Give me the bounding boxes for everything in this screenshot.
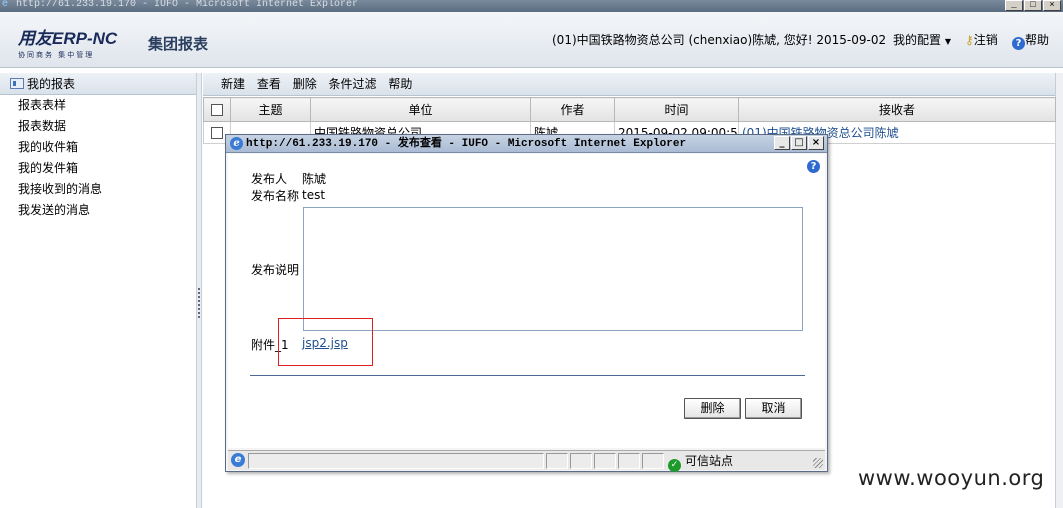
- my-config-menu[interactable]: 我的配置 ▼: [893, 31, 951, 48]
- dialog-close-button[interactable]: ×: [808, 136, 824, 150]
- maximize-button[interactable]: □: [1024, 0, 1042, 11]
- help-link[interactable]: ? 帮助: [1012, 31, 1049, 50]
- publish-desc-textarea[interactable]: [303, 207, 803, 331]
- check-icon: ✓: [668, 459, 681, 472]
- publish-name-label: 发布名称: [251, 189, 300, 203]
- highlight-box: [278, 318, 373, 366]
- column-header[interactable]: 单位: [310, 97, 531, 122]
- pane-splitter[interactable]: [197, 73, 202, 508]
- column-header[interactable]: 作者: [530, 97, 615, 122]
- status-segment: [546, 453, 568, 469]
- browser-title: http://61.233.19.170 - IUFO - Microsoft …: [16, 0, 359, 10]
- sidebar: 我的报表 报表表样 报表数据 我的收件箱 我的发件箱 我接收到的消息 我发送的消…: [0, 73, 197, 508]
- sidebar-title: 我的报表: [27, 77, 76, 91]
- trusted-zone-label: 可信站点: [685, 454, 734, 468]
- trusted-zone: ✓ 可信站点: [668, 453, 733, 472]
- row-checkbox[interactable]: [211, 127, 223, 139]
- toolbar: 新建 查看 删除 条件过滤 帮助: [203, 73, 1055, 96]
- dialog-window-controls: _ □ ×: [774, 136, 824, 150]
- dialog-minimize-button[interactable]: _: [774, 136, 790, 150]
- dialog-delete-button[interactable]: 删除: [684, 398, 741, 419]
- dialog-body: ? 发布人 陈虓 发布名称 test 发布说明 附件_1 jsp2.jsp 删除…: [228, 154, 825, 448]
- dialog-maximize-button[interactable]: □: [791, 136, 807, 150]
- help-label: 帮助: [1025, 33, 1050, 47]
- minimize-button[interactable]: _: [1005, 0, 1023, 11]
- publisher-value: 陈虓: [302, 172, 327, 186]
- status-segment: [570, 453, 592, 469]
- window-controls: _ □ ×: [1005, 0, 1061, 11]
- status-segment: [642, 453, 664, 469]
- sidebar-item-report-data[interactable]: 报表数据: [0, 116, 196, 137]
- logo: 用友ERP-NC 协同商务 集中管理: [18, 24, 138, 59]
- status-segment: [594, 453, 616, 469]
- dialog-help-icon[interactable]: ?: [807, 160, 820, 173]
- select-all-checkbox[interactable]: [211, 104, 223, 116]
- publish-name-value: test: [302, 188, 326, 202]
- key-icon: ⚷: [965, 33, 974, 47]
- logout-label: 注销: [973, 33, 998, 47]
- logo-sub: 协同商务 集中管理: [18, 51, 95, 59]
- publish-desc-label: 发布说明: [251, 263, 300, 277]
- my-config-label: 我的配置: [893, 33, 942, 47]
- logout-link[interactable]: ⚷注销: [965, 31, 998, 48]
- browser-title-bar: e http://61.233.19.170 - IUFO - Microsof…: [0, 0, 1063, 12]
- select-all-cell: [203, 97, 231, 122]
- status-segment: [618, 453, 640, 469]
- vertical-scrollbar[interactable]: [1055, 73, 1063, 508]
- report-book-icon: [10, 78, 24, 89]
- user-info: (01)中国铁路物资总公司 (chenxiao)陈虓, 您好! 2015-09-…: [552, 33, 887, 47]
- sidebar-item-sent-messages[interactable]: 我发送的消息: [0, 200, 196, 221]
- caret-down-icon: ▼: [944, 37, 951, 46]
- column-header[interactable]: 主题: [230, 97, 311, 122]
- ie-icon: e: [2, 0, 9, 10]
- sidebar-header[interactable]: 我的报表: [0, 73, 196, 95]
- filter-button[interactable]: 条件过滤: [329, 77, 377, 91]
- logo-main: 用友ERP-NC: [18, 29, 118, 48]
- dialog-cancel-button[interactable]: 取消: [745, 398, 802, 419]
- column-header[interactable]: 时间: [614, 97, 739, 122]
- splitter-grip-icon: [198, 288, 200, 318]
- column-header[interactable]: 接收者: [738, 97, 1056, 122]
- table-header-row: 主题 单位 作者 时间 接收者: [203, 97, 1056, 122]
- publisher-label: 发布人: [251, 172, 288, 186]
- status-text-segment: [248, 453, 544, 469]
- dialog-status-bar: e ✓ 可信站点: [228, 450, 825, 472]
- sidebar-item-inbox[interactable]: 我的收件箱: [0, 137, 196, 158]
- delete-button[interactable]: 删除: [293, 77, 317, 91]
- publish-view-dialog: e http://61.233.19.170 - 发布查看 - IUFO - M…: [225, 134, 828, 472]
- resize-grip-icon[interactable]: [813, 458, 823, 468]
- ie-icon: e: [230, 137, 243, 150]
- app-title: 集团报表: [148, 35, 209, 53]
- toolbar-help-button[interactable]: 帮助: [388, 77, 412, 91]
- sidebar-item-received-messages[interactable]: 我接收到的消息: [0, 179, 196, 200]
- sidebar-list: 报表表样 报表数据 我的收件箱 我的发件箱 我接收到的消息 我发送的消息: [0, 95, 196, 221]
- new-button[interactable]: 新建: [221, 77, 245, 91]
- close-button[interactable]: ×: [1043, 0, 1061, 11]
- dialog-title: http://61.233.19.170 - 发布查看 - IUFO - Mic…: [246, 138, 687, 150]
- divider: [250, 375, 805, 376]
- view-button[interactable]: 查看: [257, 77, 281, 91]
- watermark: www.wooyun.org: [858, 466, 1045, 490]
- app-header: 用友ERP-NC 协同商务 集中管理 集团报表 (01)中国铁路物资总公司 (c…: [0, 12, 1063, 68]
- dialog-title-bar[interactable]: e http://61.233.19.170 - 发布查看 - IUFO - M…: [226, 135, 827, 153]
- sidebar-item-outbox[interactable]: 我的发件箱: [0, 158, 196, 179]
- page-icon: e: [231, 453, 245, 467]
- sidebar-item-report-templates[interactable]: 报表表样: [0, 95, 196, 116]
- help-icon: ?: [1012, 37, 1025, 50]
